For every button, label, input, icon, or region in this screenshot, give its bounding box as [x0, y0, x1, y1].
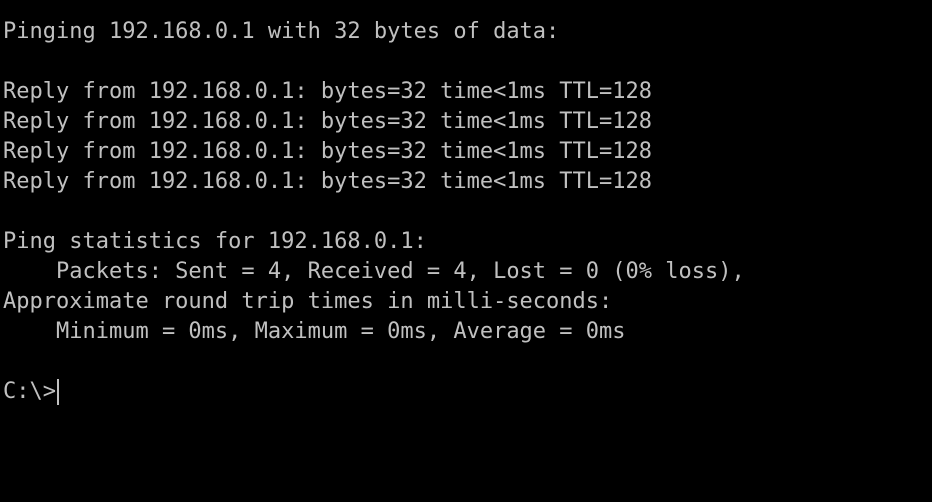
prompt-text: C:\>	[3, 379, 56, 404]
command-prompt-line[interactable]: C:\>	[3, 377, 932, 407]
ping-header-line: Pinging 192.168.0.1 with 32 bytes of dat…	[3, 19, 560, 44]
console-window[interactable]: Pinging 192.168.0.1 with 32 bytes of dat…	[0, 0, 932, 502]
reply-line: Reply from 192.168.0.1: bytes=32 time<1m…	[3, 139, 653, 164]
rtt-title-line: Approximate round trip times in milli-se…	[3, 289, 613, 314]
stats-title-line: Ping statistics for 192.168.0.1:	[3, 229, 427, 254]
packets-line: Packets: Sent = 4, Received = 4, Lost = …	[3, 259, 745, 284]
text-cursor	[56, 379, 59, 405]
rtt-values-line: Minimum = 0ms, Maximum = 0ms, Average = …	[3, 319, 626, 344]
reply-line: Reply from 192.168.0.1: bytes=32 time<1m…	[3, 169, 653, 194]
reply-line: Reply from 192.168.0.1: bytes=32 time<1m…	[3, 79, 653, 104]
reply-line: Reply from 192.168.0.1: bytes=32 time<1m…	[3, 109, 653, 134]
